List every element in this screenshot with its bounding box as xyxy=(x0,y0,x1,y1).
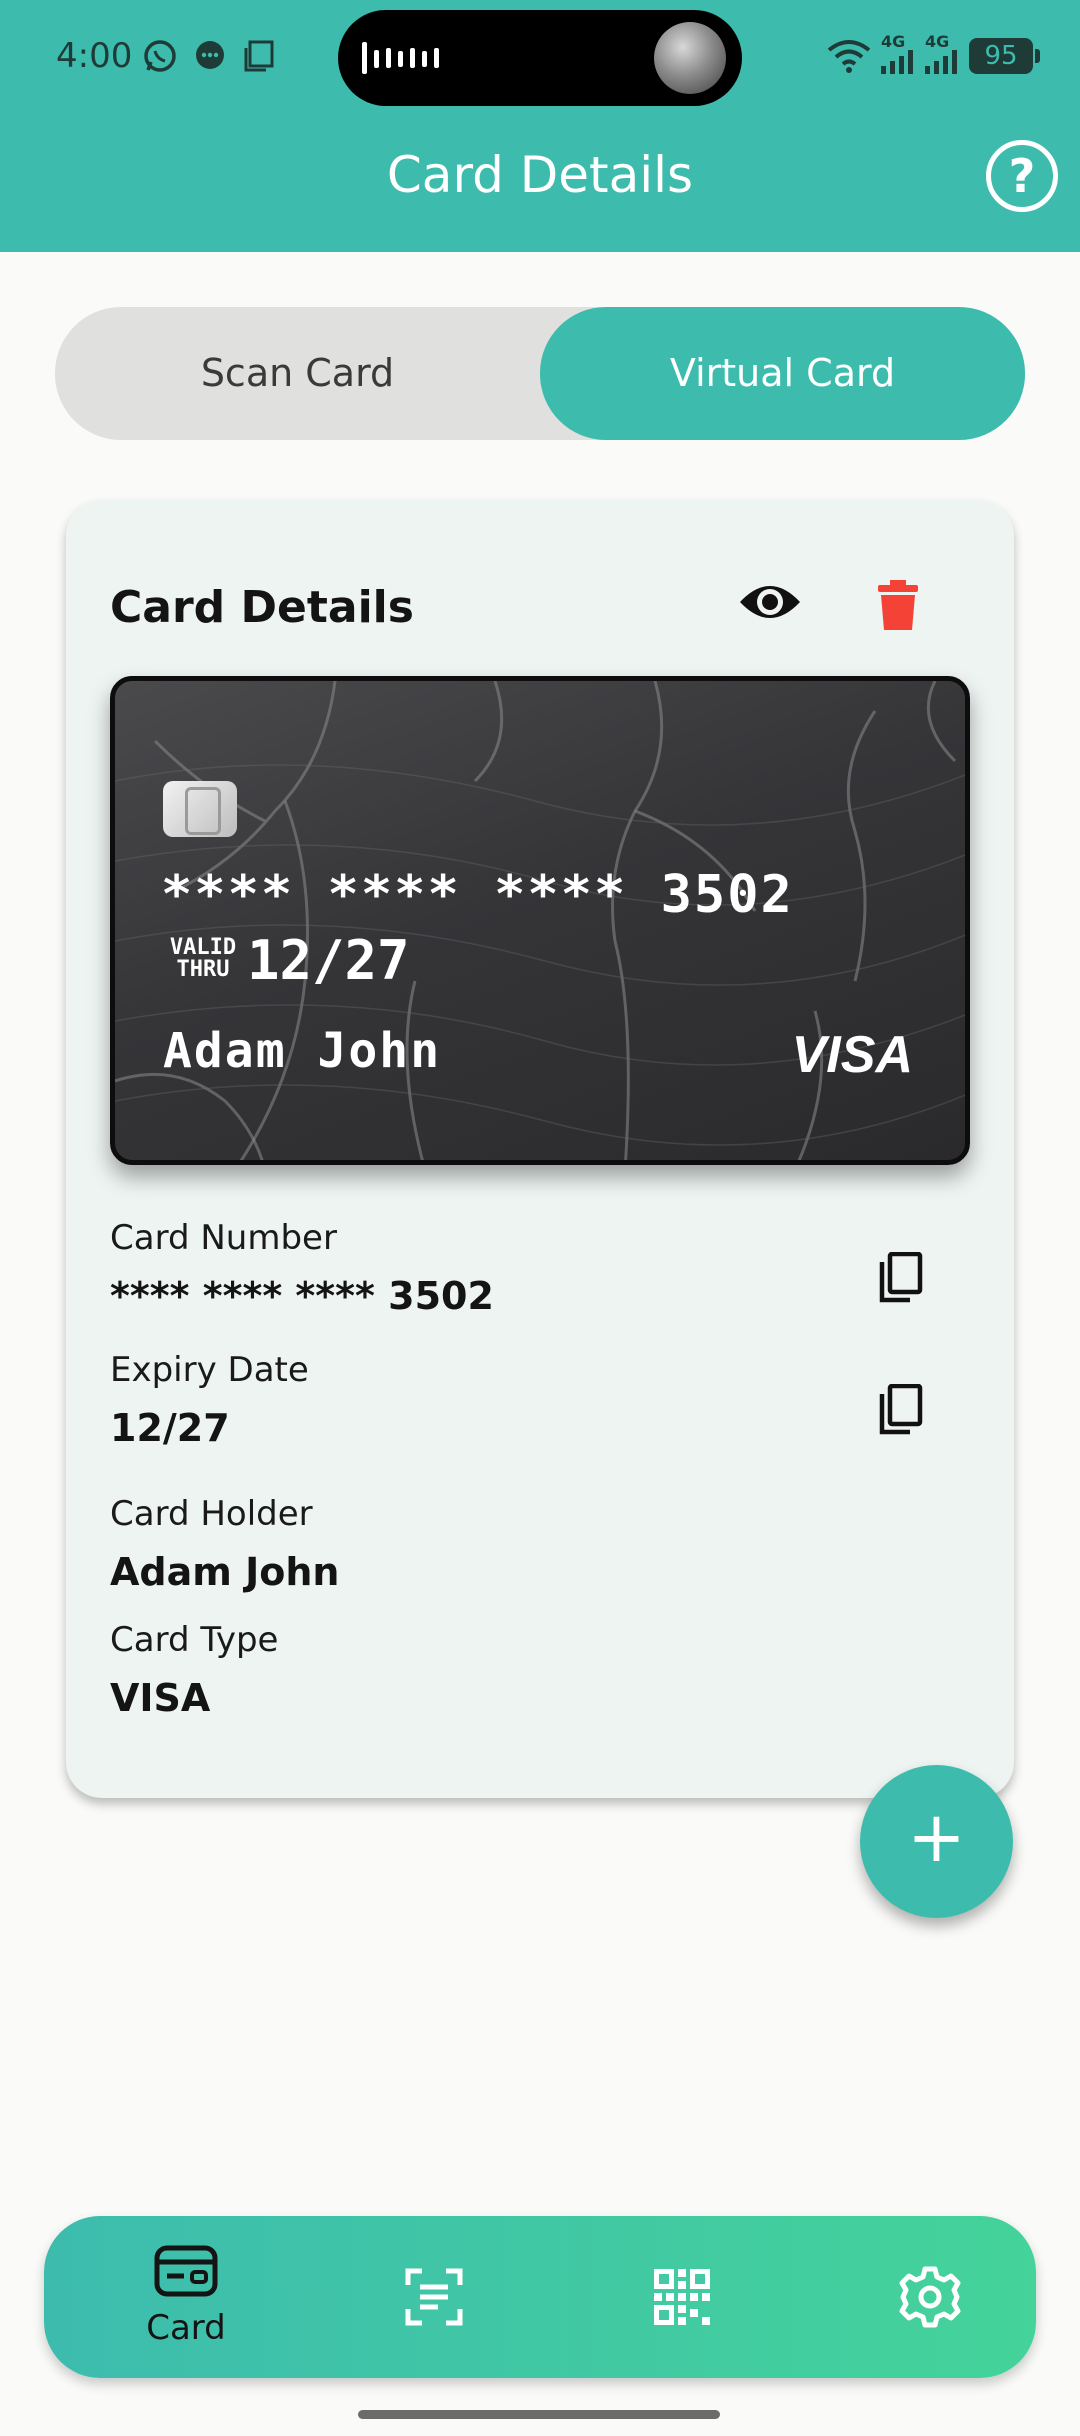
card-details-panel: Card Details **** **** **** 3502 VALID T… xyxy=(66,500,1014,1798)
card-holder-display: Adam John xyxy=(163,1023,442,1079)
add-card-button[interactable]: + xyxy=(860,1765,1013,1918)
card-icon xyxy=(154,2245,218,2297)
card-type-label: Card Type xyxy=(110,1620,279,1660)
qr-code-icon xyxy=(654,2269,710,2325)
status-system-icons: 4G 4G 95 xyxy=(827,34,1040,78)
virtual-credit-card[interactable]: **** **** **** 3502 VALID THRU 12/27 Ada… xyxy=(110,676,970,1165)
signal-1: 4G xyxy=(881,34,915,78)
signal-bars-icon xyxy=(925,50,957,74)
expiry-date-value: 12/27 xyxy=(110,1406,230,1450)
settings-gear-icon xyxy=(899,2266,961,2328)
status-notification-icons xyxy=(142,38,278,74)
card-type-value: VISA xyxy=(110,1676,211,1720)
message-icon xyxy=(196,41,224,69)
nav-label-card: Card xyxy=(146,2308,226,2348)
help-icon[interactable]: ? xyxy=(986,140,1058,212)
card-number-display: **** **** **** 3502 xyxy=(161,865,794,925)
nav-item-scan[interactable] xyxy=(354,2216,514,2378)
nav-item-card[interactable]: Card xyxy=(106,2216,266,2378)
battery-tip xyxy=(1035,49,1040,63)
copy-notification-icon xyxy=(244,40,274,72)
copy-expiry-date-icon[interactable] xyxy=(876,1383,924,1442)
scan-text-icon xyxy=(405,2268,463,2326)
card-number-value: **** **** **** 3502 xyxy=(110,1274,494,1318)
tab-virtual-card[interactable]: Virtual Card xyxy=(540,307,1025,440)
nav-item-settings[interactable] xyxy=(850,2216,1010,2378)
home-indicator[interactable] xyxy=(358,2410,720,2419)
battery-indicator: 95 xyxy=(969,38,1033,74)
dynamic-island xyxy=(338,10,742,106)
bottom-navigation: Card xyxy=(44,2216,1036,2378)
panel-title: Card Details xyxy=(110,582,414,633)
tab-scan-card[interactable]: Scan Card xyxy=(55,307,540,440)
wifi-icon xyxy=(827,40,871,73)
whatsapp-icon xyxy=(144,40,176,72)
card-holder-value: Adam John xyxy=(110,1550,340,1594)
chip-icon xyxy=(163,781,237,837)
visa-logo: VISA xyxy=(791,1026,913,1084)
eye-icon[interactable] xyxy=(738,578,802,630)
trash-icon[interactable] xyxy=(876,580,920,636)
card-mode-toggle: Scan Card Virtual Card xyxy=(55,307,1025,440)
app-bar: 4:00 4G 4G 95 Card Details ? xyxy=(0,0,1080,252)
card-expiry-display: 12/27 xyxy=(247,929,410,992)
card-holder-label: Card Holder xyxy=(110,1494,313,1534)
page-title: Card Details xyxy=(386,146,694,204)
audio-wave-icon xyxy=(362,42,439,74)
nav-item-qr[interactable] xyxy=(602,2216,762,2378)
status-time: 4:00 xyxy=(56,36,133,76)
copy-card-number-icon[interactable] xyxy=(876,1251,924,1310)
signal-2: 4G xyxy=(925,34,959,78)
media-avatar[interactable] xyxy=(654,22,726,94)
valid-thru-label: VALID THRU xyxy=(169,935,237,982)
expiry-date-label: Expiry Date xyxy=(110,1350,309,1390)
signal-bars-icon xyxy=(881,50,913,74)
card-number-label: Card Number xyxy=(110,1218,337,1258)
